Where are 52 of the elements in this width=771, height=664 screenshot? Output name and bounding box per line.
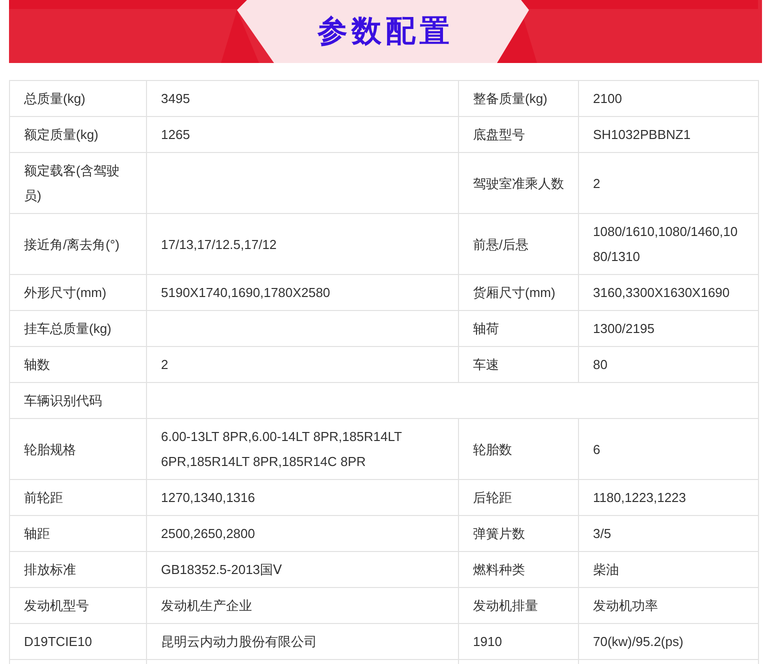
row-label: 排放标准	[24, 562, 76, 577]
row-value: 17/13,17/12.5,17/12	[161, 236, 277, 252]
row-value: 2	[593, 176, 600, 190]
row-label: 整备质量(kg)	[473, 91, 548, 106]
row-value: 发动机功率	[593, 598, 658, 613]
row-label: 燃料种类	[473, 562, 525, 577]
row-label: 发动机型号	[24, 598, 89, 613]
row-label: 轮胎规格	[24, 442, 76, 456]
row-value: 2	[161, 357, 168, 372]
row-value: 2100	[593, 91, 622, 106]
row-value: 6.00-13LT 8PR,6.00-14LT 8PR,185R14LT 6PR,185R14LT 8PR,185R14C 8PR	[161, 429, 402, 469]
row-label: 后轮距	[473, 490, 512, 505]
row-value: 1180,1223,1223	[593, 490, 686, 505]
row-label: 接近角/离去角(°)	[24, 236, 120, 252]
row-value: 柴油	[593, 562, 619, 577]
row-label: 轴荷	[473, 321, 499, 336]
row-label: 轴距	[24, 526, 50, 541]
row-label: 驾驶室准乘人数	[473, 176, 564, 190]
row-label: 弹簧片数	[473, 526, 525, 541]
row-value: GB18352.5-2013国Ⅴ	[161, 562, 282, 577]
row-value: 5190X1740,1690,1780X2580	[161, 285, 330, 300]
row-value: 6	[593, 442, 600, 456]
row-label: 轮胎数	[473, 442, 512, 456]
row-value: 1270,1340,1316	[161, 490, 255, 505]
row-value: 1265	[161, 127, 190, 142]
row-label: 发动机排量	[473, 598, 538, 613]
row-value: 3495	[161, 91, 190, 106]
row-label: 前悬/后悬	[473, 236, 529, 252]
row-label: 挂车总质量(kg)	[24, 321, 112, 336]
row-label: 总质量(kg)	[24, 91, 86, 106]
row-label: 底盘型号	[473, 127, 525, 142]
row-label: D19TCIE10	[24, 634, 92, 649]
row-value: 2500,2650,2800	[161, 526, 255, 541]
row-value: 发动机生产企业	[161, 598, 252, 613]
row-value: 3/5	[593, 526, 612, 541]
row-label: 轴数	[24, 357, 50, 372]
row-label: 车速	[473, 357, 499, 372]
row-value: 1080/1610,1080/1460,1080/1310	[593, 224, 738, 264]
row-value: 昆明云内动力股份有限公司	[161, 634, 317, 649]
banner-title: 参数配置	[318, 14, 454, 50]
row-value: 80	[593, 357, 608, 372]
row-label: 1910	[473, 634, 502, 649]
row-value: 70(kw)/95.2(ps)	[593, 634, 684, 649]
row-value: 3160,3300X1630X1690	[593, 285, 730, 300]
row-label: 额定质量(kg)	[24, 127, 98, 142]
row-label: 前轮距	[24, 490, 63, 505]
row-label: 货厢尺寸(mm)	[473, 285, 556, 300]
row-label: 外形尺寸(mm)	[24, 285, 106, 300]
row-value: SH1032PBBNZ1	[593, 127, 691, 142]
row-value: 1300/2195	[593, 321, 654, 336]
row-label: 车辆识别代码	[24, 393, 102, 408]
row-label: 额定载客(含驾驶员)	[24, 163, 120, 203]
